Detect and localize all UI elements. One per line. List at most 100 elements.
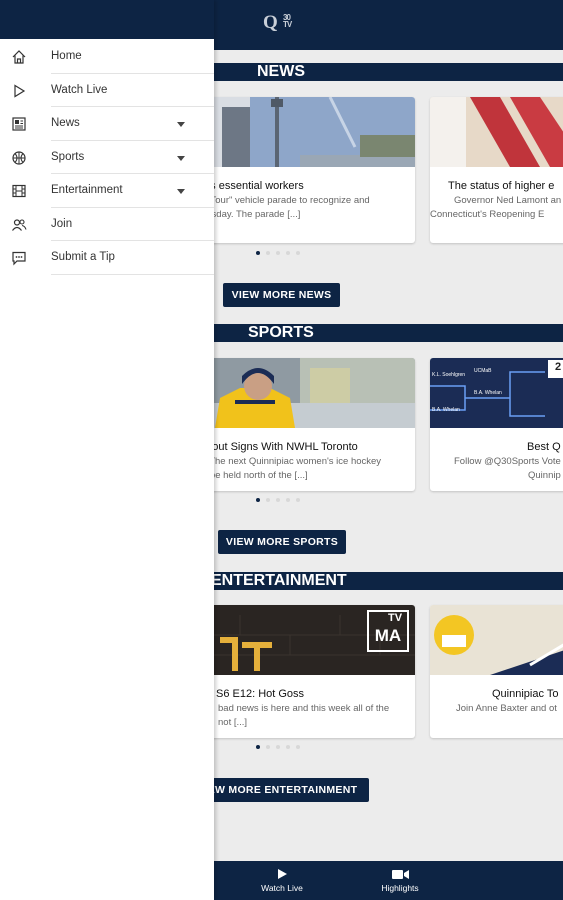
drawer-item-label: Sports [51,150,85,163]
rating-top: TV [387,612,403,624]
news-card-2-desc: Governor Ned Lamont an Connecticut's Reo… [430,194,562,222]
carousel-dot[interactable] [296,498,300,502]
sports-section-title: SPORTS [248,324,314,341]
drawer-item-label: Watch Live [51,83,108,96]
chevron-down-icon[interactable] [177,155,185,161]
drawer-item-submit-tip[interactable]: Submit a Tip [0,241,214,275]
carousel-dot[interactable] [266,251,270,255]
news-card-2-image [430,97,563,167]
q30-logo[interactable]: Q 30 TV [263,12,297,38]
sports-card-1-desc-line1: s The next Quinnipiac women's ice hockey [202,456,382,467]
carousel-dot[interactable] [286,251,290,255]
play-icon [278,869,287,879]
sports-card-1-desc: s The next Quinnipiac women's ice hockey… [202,455,381,483]
chevron-down-icon[interactable] [177,122,185,127]
newspaper-icon [12,117,26,131]
bottom-nav-watch-live-label: Watch Live [261,883,303,893]
bracket-label-1: K.L. Soehlgren [432,372,466,378]
carousel-dot[interactable] [276,498,280,502]
carousel-dot[interactable] [286,745,290,749]
drawer-item-watch-live[interactable]: Watch Live [0,74,214,107]
logo-sub: 30 TV [283,14,292,29]
drawer-item-news[interactable]: News [0,107,214,141]
news-section-title: NEWS [257,63,305,80]
news-card-1-desc-line2: Thursday. The parade [...] [192,209,301,220]
sports-card-2-desc: Follow @Q30Sports Vote Quinnip [454,455,561,483]
logo-tv: TV [283,20,292,29]
bottom-nav-highlights[interactable]: Highlights [365,867,435,893]
news-card-2-title: The status of higher e [448,180,555,192]
video-camera-icon [392,870,409,879]
logo-letter: Q [263,12,278,33]
divider [51,273,214,275]
sports-card-2[interactable]: K.L. Soehlgren UCMaB B.A. Whelan B.A. Wh… [430,358,563,491]
bottom-nav-highlights-label: Highlights [381,883,419,893]
carousel-dot[interactable] [286,498,290,502]
drawer-item-sports[interactable]: Sports [0,141,214,174]
entertainment-card-1[interactable]: TV MA S6 E12: Hot Goss bad news is here … [180,605,415,738]
carousel-dot[interactable] [296,251,300,255]
home-icon [12,50,26,64]
sports-card-2-title: Best Q [527,441,561,453]
bottom-nav-watch-live[interactable]: Watch Live [247,867,317,893]
news-card-2[interactable]: The status of higher e Governor Ned Lamo… [430,97,563,243]
rating-bottom: MA [374,626,402,645]
carousel-dot[interactable] [276,745,280,749]
carousel-dot[interactable] [266,745,270,749]
news-card-2-desc-line2: Connecticut's Reopening E [430,209,545,220]
carousel-dot[interactable] [266,498,270,502]
drawer-item-label: News [51,117,80,129]
tv-ma-rating-icon: TV MA [367,610,409,652]
carousel-dot[interactable] [256,498,260,502]
view-more-sports-button[interactable]: VIEW MORE SPORTS [218,530,346,554]
drawer-item-join[interactable]: Join [0,208,214,241]
drawer-item-home[interactable]: Home [0,40,214,74]
entertainment-card-2-image [430,605,563,675]
entertainment-card-2[interactable]: Quinnipiac To Join Anne Baxter and ot [430,605,563,738]
news-card-2-desc-line1: Governor Ned Lamont an [454,195,562,206]
carousel-dot[interactable] [296,745,300,749]
drawer-item-label: Join [51,217,73,230]
news-carousel-dots[interactable] [256,251,306,257]
news-card-1[interactable]: nizes essential workers You Tour" vehicl… [180,97,415,243]
entertainment-card-2-title: Quinnipiac To [492,688,559,700]
bracket-label-3: B.A. Whelan [474,390,502,396]
carousel-dot[interactable] [276,251,280,255]
drawer-header [0,0,214,39]
users-icon [12,218,27,231]
bracket-corner-number: 2 [555,361,562,373]
bracket-label-2: UCMaB [474,368,492,374]
chevron-down-icon[interactable] [177,189,185,194]
drawer-item-label: Entertainment [51,184,123,196]
drawer-item-entertainment[interactable]: Entertainment [0,174,214,208]
sports-card-1-desc-line2: o be held north of the [...] [202,470,308,481]
entertainment-section-title: ENTERTAINMENT [211,572,347,589]
news-card-1-desc: You Tour" vehicle parade to recognize an… [192,194,370,222]
drawer-item-label: Submit a Tip [51,251,115,263]
view-more-news-button[interactable]: VIEW MORE NEWS [223,283,340,307]
view-more-entertainment-button[interactable]: EW MORE ENTERTAINMENT [196,778,369,802]
entertainment-card-1-desc: bad news is here and this week all of th… [218,702,389,730]
news-card-1-image [180,97,415,167]
entertainment-card-1-desc-line1: bad news is here and this week all of th… [218,703,390,714]
carousel-dot[interactable] [256,251,260,255]
sports-ball-icon [12,150,26,165]
bracket-label-4: B.A. Whelan [432,407,460,413]
sports-carousel-dots[interactable] [256,498,306,504]
drawer-menu: Home Watch Live News Sports Entertainmen… [0,40,214,275]
chat-bubble-icon [12,251,26,266]
sports-card-1-title: dbout Signs With NWHL Toronto [200,441,358,453]
entertainment-card-2-desc: Join Anne Baxter and ot [456,702,557,716]
play-icon [14,83,26,98]
entertainment-card-1-desc-line2: not [...] [218,717,248,728]
carousel-dot[interactable] [256,745,260,749]
drawer-item-label: Home [51,50,82,62]
sports-card-1[interactable]: dbout Signs With NWHL Toronto s The next… [180,358,415,491]
sports-card-2-desc-line2: Quinnip [528,470,561,481]
entertainment-card-2-desc-line1: Join Anne Baxter and ot [456,703,557,714]
navigation-drawer: Home Watch Live News Sports Entertainmen… [0,0,214,900]
entertainment-card-1-title: S6 E12: Hot Goss [216,688,305,700]
entertainment-carousel-dots[interactable] [256,745,306,751]
app-screen: Q 30 TV NEWS nizes essential workers You … [0,0,563,900]
film-icon [12,184,26,198]
